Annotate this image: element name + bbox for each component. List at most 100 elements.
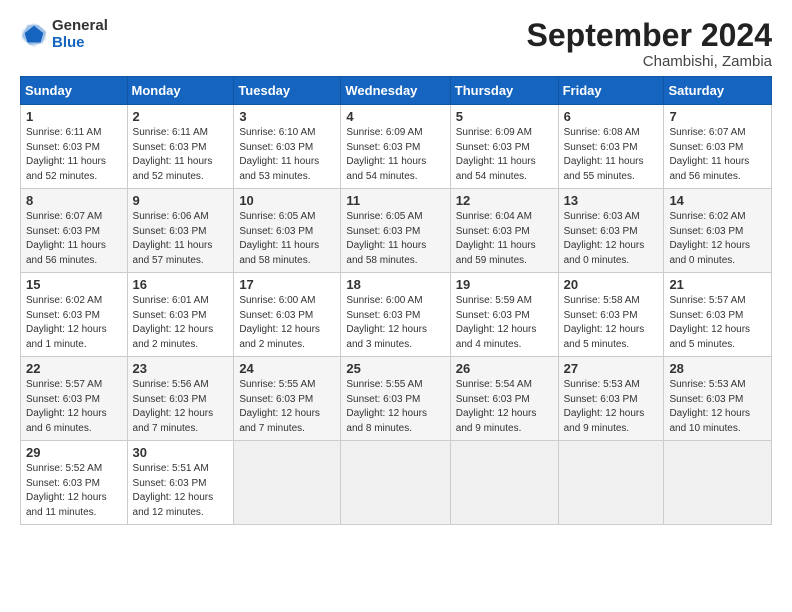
header-thursday: Thursday xyxy=(450,77,558,105)
calendar-cell: 14 Sunrise: 6:02 AM Sunset: 6:03 PM Dayli… xyxy=(664,189,772,273)
calendar-cell: 8 Sunrise: 6:07 AM Sunset: 6:03 PM Daylig… xyxy=(21,189,128,273)
day-info: Sunrise: 5:54 AM Sunset: 6:03 PM Dayligh… xyxy=(456,378,553,436)
calendar-cell: 29Sunrise: 5:52 AM Sunset: 6:03 PM Dayli… xyxy=(21,441,128,525)
day-info: Sunrise: 5:51 AM Sunset: 6:03 PM Dayligh… xyxy=(133,462,229,520)
calendar-cell: 9 Sunrise: 6:06 AM Sunset: 6:03 PM Daylig… xyxy=(127,189,234,273)
day-number: 19 xyxy=(456,277,553,292)
calendar-week-row: 8 Sunrise: 6:07 AM Sunset: 6:03 PM Daylig… xyxy=(21,189,772,273)
page: General Blue September 2024 Chambishi, Z… xyxy=(0,0,792,535)
calendar-cell: 27 Sunrise: 5:53 AM Sunset: 6:03 PM Dayli… xyxy=(558,357,664,441)
day-number: 28 xyxy=(669,361,766,376)
day-info: Sunrise: 6:05 AM Sunset: 6:03 PM Dayligh… xyxy=(239,210,335,268)
calendar-cell: 2 Sunrise: 6:11 AM Sunset: 6:03 PM Daylig… xyxy=(127,105,234,189)
day-info: Sunrise: 5:57 AM Sunset: 6:03 PM Dayligh… xyxy=(26,378,122,436)
day-info: Sunrise: 6:01 AM Sunset: 6:03 PM Dayligh… xyxy=(133,294,229,352)
day-info: Sunrise: 5:56 AM Sunset: 6:03 PM Dayligh… xyxy=(133,378,229,436)
calendar-cell: 19 Sunrise: 5:59 AM Sunset: 6:03 PM Dayli… xyxy=(450,273,558,357)
day-number: 15 xyxy=(26,277,122,292)
day-number: 17 xyxy=(239,277,335,292)
logo-icon xyxy=(20,21,48,49)
day-info: Sunrise: 6:10 AM Sunset: 6:03 PM Dayligh… xyxy=(239,126,335,184)
calendar-cell xyxy=(341,441,450,525)
header: General Blue September 2024 Chambishi, Z… xyxy=(20,18,772,70)
calendar-table: Sunday Monday Tuesday Wednesday Thursday… xyxy=(20,76,772,525)
calendar-cell: 10 Sunrise: 6:05 AM Sunset: 6:03 PM Dayli… xyxy=(234,189,341,273)
calendar-cell: 25 Sunrise: 5:55 AM Sunset: 6:03 PM Dayli… xyxy=(341,357,450,441)
calendar-cell xyxy=(234,441,341,525)
day-info: Sunrise: 6:02 AM Sunset: 6:03 PM Dayligh… xyxy=(669,210,766,268)
calendar-cell: 28 Sunrise: 5:53 AM Sunset: 6:03 PM Dayli… xyxy=(664,357,772,441)
day-info: Sunrise: 6:09 AM Sunset: 6:03 PM Dayligh… xyxy=(346,126,444,184)
calendar-cell: 15 Sunrise: 6:02 AM Sunset: 6:03 PM Dayli… xyxy=(21,273,128,357)
day-number: 5 xyxy=(456,109,553,124)
day-info: Sunrise: 6:11 AM Sunset: 6:03 PM Dayligh… xyxy=(26,126,122,184)
logo: General Blue xyxy=(20,18,108,51)
calendar-cell: 20 Sunrise: 5:58 AM Sunset: 6:03 PM Dayli… xyxy=(558,273,664,357)
location-subtitle: Chambishi, Zambia xyxy=(527,53,772,70)
day-number: 23 xyxy=(133,361,229,376)
day-info: Sunrise: 6:02 AM Sunset: 6:03 PM Dayligh… xyxy=(26,294,122,352)
day-info: Sunrise: 6:05 AM Sunset: 6:03 PM Dayligh… xyxy=(346,210,444,268)
day-info: Sunrise: 6:08 AM Sunset: 6:03 PM Dayligh… xyxy=(564,126,659,184)
title-block: September 2024 Chambishi, Zambia xyxy=(527,18,772,70)
header-monday: Monday xyxy=(127,77,234,105)
day-number: 9 xyxy=(133,193,229,208)
header-saturday: Saturday xyxy=(664,77,772,105)
day-info: Sunrise: 6:07 AM Sunset: 6:03 PM Dayligh… xyxy=(26,210,122,268)
day-number: 4 xyxy=(346,109,444,124)
day-number: 18 xyxy=(346,277,444,292)
day-info: Sunrise: 5:58 AM Sunset: 6:03 PM Dayligh… xyxy=(564,294,659,352)
day-number: 2 xyxy=(133,109,229,124)
calendar-week-row: 22 Sunrise: 5:57 AM Sunset: 6:03 PM Dayli… xyxy=(21,357,772,441)
day-number: 25 xyxy=(346,361,444,376)
calendar-cell: 3 Sunrise: 6:10 AM Sunset: 6:03 PM Daylig… xyxy=(234,105,341,189)
day-info: Sunrise: 5:52 AM Sunset: 6:03 PM Dayligh… xyxy=(26,462,122,520)
logo-general-text: General xyxy=(52,18,108,35)
header-friday: Friday xyxy=(558,77,664,105)
day-info: Sunrise: 6:07 AM Sunset: 6:03 PM Dayligh… xyxy=(669,126,766,184)
day-info: Sunrise: 6:11 AM Sunset: 6:03 PM Dayligh… xyxy=(133,126,229,184)
calendar-cell: 7Sunrise: 6:07 AM Sunset: 6:03 PM Daylig… xyxy=(664,105,772,189)
day-info: Sunrise: 6:03 AM Sunset: 6:03 PM Dayligh… xyxy=(564,210,659,268)
calendar-cell: 17 Sunrise: 6:00 AM Sunset: 6:03 PM Dayli… xyxy=(234,273,341,357)
calendar-cell: 26 Sunrise: 5:54 AM Sunset: 6:03 PM Dayli… xyxy=(450,357,558,441)
day-info: Sunrise: 5:53 AM Sunset: 6:03 PM Dayligh… xyxy=(564,378,659,436)
day-number: 22 xyxy=(26,361,122,376)
calendar-cell: 16Sunrise: 6:01 AM Sunset: 6:03 PM Dayli… xyxy=(127,273,234,357)
calendar-cell: 21 Sunrise: 5:57 AM Sunset: 6:03 PM Dayli… xyxy=(664,273,772,357)
day-number: 20 xyxy=(564,277,659,292)
calendar-cell: 23 Sunrise: 5:56 AM Sunset: 6:03 PM Dayli… xyxy=(127,357,234,441)
day-number: 14 xyxy=(669,193,766,208)
logo-text: General Blue xyxy=(52,18,108,51)
logo-blue-text: Blue xyxy=(52,35,108,52)
calendar-cell: 24Sunrise: 5:55 AM Sunset: 6:03 PM Dayli… xyxy=(234,357,341,441)
calendar-cell: 22 Sunrise: 5:57 AM Sunset: 6:03 PM Dayli… xyxy=(21,357,128,441)
day-info: Sunrise: 6:00 AM Sunset: 6:03 PM Dayligh… xyxy=(239,294,335,352)
header-wednesday: Wednesday xyxy=(341,77,450,105)
day-info: Sunrise: 6:04 AM Sunset: 6:03 PM Dayligh… xyxy=(456,210,553,268)
day-number: 3 xyxy=(239,109,335,124)
calendar-header-row: Sunday Monday Tuesday Wednesday Thursday… xyxy=(21,77,772,105)
calendar-cell: 4 Sunrise: 6:09 AM Sunset: 6:03 PM Daylig… xyxy=(341,105,450,189)
calendar-cell: 6Sunrise: 6:08 AM Sunset: 6:03 PM Daylig… xyxy=(558,105,664,189)
day-info: Sunrise: 5:59 AM Sunset: 6:03 PM Dayligh… xyxy=(456,294,553,352)
calendar-week-row: 29Sunrise: 5:52 AM Sunset: 6:03 PM Dayli… xyxy=(21,441,772,525)
day-info: Sunrise: 6:09 AM Sunset: 6:03 PM Dayligh… xyxy=(456,126,553,184)
calendar-cell xyxy=(558,441,664,525)
day-number: 21 xyxy=(669,277,766,292)
day-number: 27 xyxy=(564,361,659,376)
day-info: Sunrise: 5:55 AM Sunset: 6:03 PM Dayligh… xyxy=(239,378,335,436)
calendar-week-row: 1 Sunrise: 6:11 AM Sunset: 6:03 PM Daylig… xyxy=(21,105,772,189)
day-info: Sunrise: 5:55 AM Sunset: 6:03 PM Dayligh… xyxy=(346,378,444,436)
calendar-cell: 11Sunrise: 6:05 AM Sunset: 6:03 PM Dayli… xyxy=(341,189,450,273)
day-number: 10 xyxy=(239,193,335,208)
day-number: 8 xyxy=(26,193,122,208)
day-number: 26 xyxy=(456,361,553,376)
calendar-cell xyxy=(450,441,558,525)
day-info: Sunrise: 6:06 AM Sunset: 6:03 PM Dayligh… xyxy=(133,210,229,268)
day-info: Sunrise: 5:57 AM Sunset: 6:03 PM Dayligh… xyxy=(669,294,766,352)
calendar-cell xyxy=(664,441,772,525)
day-number: 1 xyxy=(26,109,122,124)
day-info: Sunrise: 5:53 AM Sunset: 6:03 PM Dayligh… xyxy=(669,378,766,436)
calendar-cell: 30Sunrise: 5:51 AM Sunset: 6:03 PM Dayli… xyxy=(127,441,234,525)
